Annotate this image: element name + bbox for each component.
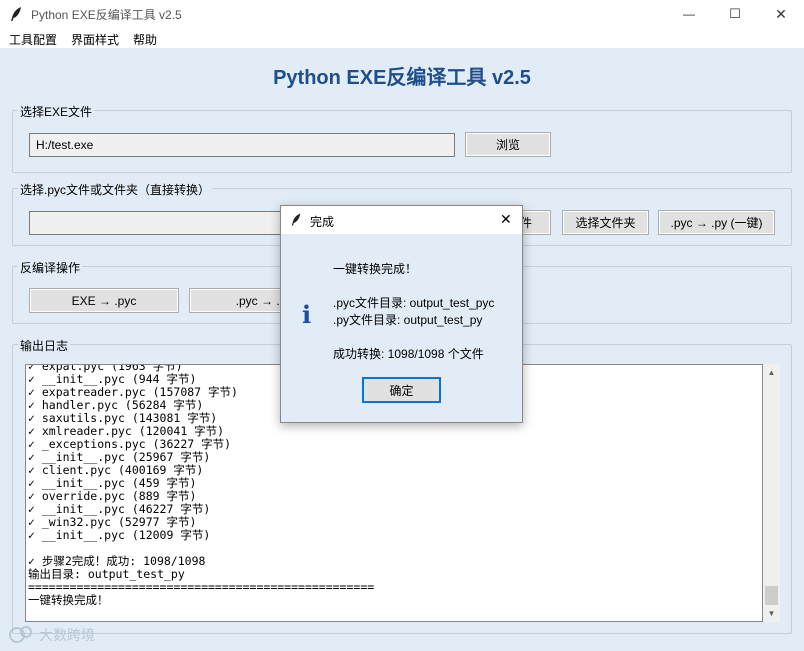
log-line: ========================================… [28,580,375,594]
scrollbar-thumb[interactable] [765,586,778,605]
scroll-down-icon[interactable]: ▼ [763,605,780,622]
log-line: 一键转换完成！ [28,593,109,607]
dialog-message-title: 一键转换完成！ [333,262,418,276]
completion-dialog: 完成 ✕ i 一键转换完成！ .pyc文件目录: output_test_pyc… [280,205,523,423]
exe-path-input[interactable]: H:/test.exe [29,133,455,157]
window-title: Python EXE反编译工具 v2.5 [31,8,182,22]
watermark-logo-icon: 大数跨境 [9,626,95,644]
browse-button[interactable]: 浏览 [465,132,551,157]
ok-button[interactable]: 确定 [362,377,441,403]
watermark: 大数跨境 [6,624,116,646]
exe-section-label: 选择EXE文件 [18,103,95,120]
svg-text:大数跨境: 大数跨境 [39,628,95,644]
log-section-label: 输出日志 [18,337,71,354]
dialog-pyc-dir: .pyc文件目录: output_test_pyc [333,296,495,310]
maximize-button[interactable]: ☐ [712,0,758,28]
info-icon: i [302,300,312,329]
log-scrollbar[interactable]: ▲ ▼ [763,364,780,622]
dialog-body: i 一键转换完成！ .pyc文件目录: output_test_pyc .py文… [281,234,522,422]
pyc-section-label: 选择.pyc文件或文件夹（直接转换） [18,181,213,198]
exe-to-pyc-button[interactable]: EXE → .pyc [29,288,179,313]
dialog-title-bar: 完成 ✕ [281,206,522,234]
dialog-feather-icon [291,213,301,226]
one-click-convert-button[interactable]: .pyc → .py (一键) [658,210,775,235]
log-line: ✓ __init__.pyc (12009 字节) [28,528,211,542]
menu-tool-config[interactable]: 工具配置 [9,31,57,48]
minimize-button[interactable]: — [666,0,712,28]
page-title: Python EXE反编译工具 v2.5 [273,67,531,89]
feather-icon [11,7,21,21]
close-button[interactable]: ✕ [758,0,804,28]
title-bar: Python EXE反编译工具 v2.5 — ☐ ✕ [0,0,804,28]
select-folder-button[interactable]: 选择文件夹 [562,210,649,235]
menu-ui-style[interactable]: 界面样式 [71,31,119,48]
dialog-py-dir: .py文件目录: output_test_py [333,313,483,327]
close-icon: ✕ [775,5,787,22]
menu-bar: 工具配置 界面样式 帮助 [0,28,804,48]
dialog-title: 完成 [310,215,335,229]
dialog-close-icon[interactable]: ✕ [500,211,512,228]
menu-help[interactable]: 帮助 [133,31,157,48]
decompile-section-label: 反编译操作 [18,259,83,276]
scroll-up-icon[interactable]: ▲ [763,364,780,381]
minimize-icon: — [683,7,695,21]
maximize-icon: ☐ [729,6,741,21]
dialog-success-count: 成功转换: 1098/1098 个文件 [333,347,484,361]
